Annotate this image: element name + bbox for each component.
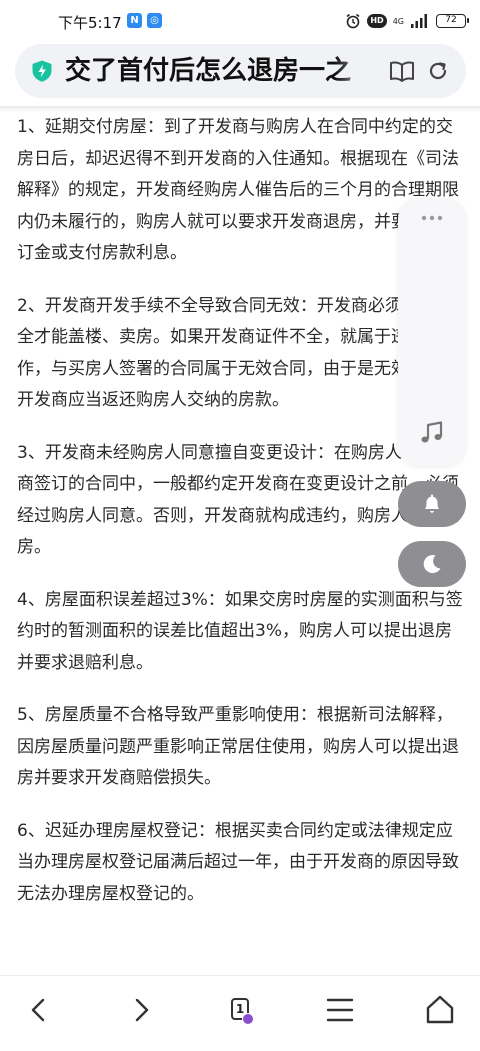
refresh-icon[interactable] bbox=[426, 59, 450, 83]
alarm-icon bbox=[346, 13, 360, 29]
hd-badge: HD bbox=[367, 14, 387, 28]
article-paragraph: 6、迟延办理房屋权登记：根据买卖合同约定或法律规定应当办理房屋权登记届满后超过一… bbox=[17, 820, 459, 904]
article-paragraph: 4、房屋面积误差超过3%：如果交房时房屋的实测面积与签约时的暂测面积的误差比值超… bbox=[17, 589, 463, 673]
article-paragraph: 5、房屋质量不合格导致严重影响使用：根据新司法解释，因房屋质量问题严重影响正常居… bbox=[17, 705, 459, 788]
notification-app-icon: N bbox=[127, 13, 142, 28]
floating-tool-panel bbox=[398, 198, 466, 466]
title-fade bbox=[335, 52, 391, 90]
signal-icon bbox=[411, 14, 427, 28]
night-mode-button[interactable] bbox=[398, 541, 466, 587]
status-indicators: HD 4G 72 bbox=[345, 12, 469, 30]
network-label: 4G bbox=[392, 16, 404, 26]
home-icon bbox=[426, 995, 454, 1024]
bell-icon bbox=[425, 494, 439, 513]
reader-mode-icon[interactable] bbox=[389, 59, 415, 83]
home-button[interactable] bbox=[420, 990, 460, 1030]
menu-icon bbox=[326, 998, 354, 1022]
status-time: 下午5:17 bbox=[58, 14, 122, 32]
tabs-button[interactable]: 1 bbox=[220, 990, 260, 1030]
notification-app-icon: ◎ bbox=[147, 13, 162, 28]
avatar bbox=[242, 1013, 254, 1025]
battery-icon: 72 bbox=[436, 14, 469, 28]
status-bar: 下午5:17 N ◎ HD 4G 72 bbox=[0, 0, 480, 40]
forward-icon bbox=[135, 998, 149, 1022]
more-icon[interactable] bbox=[420, 214, 444, 222]
address-bar[interactable]: 交了首付后怎么退房一之 bbox=[15, 44, 466, 98]
forward-button[interactable] bbox=[121, 990, 161, 1030]
menu-button[interactable] bbox=[320, 990, 360, 1030]
moon-icon bbox=[423, 555, 441, 574]
music-icon[interactable] bbox=[419, 420, 445, 446]
shield-icon[interactable] bbox=[30, 59, 54, 83]
notification-toggle-button[interactable] bbox=[398, 481, 466, 527]
back-icon bbox=[31, 998, 45, 1022]
bottom-navigation: 1 bbox=[0, 975, 480, 1051]
back-button[interactable] bbox=[19, 990, 59, 1030]
